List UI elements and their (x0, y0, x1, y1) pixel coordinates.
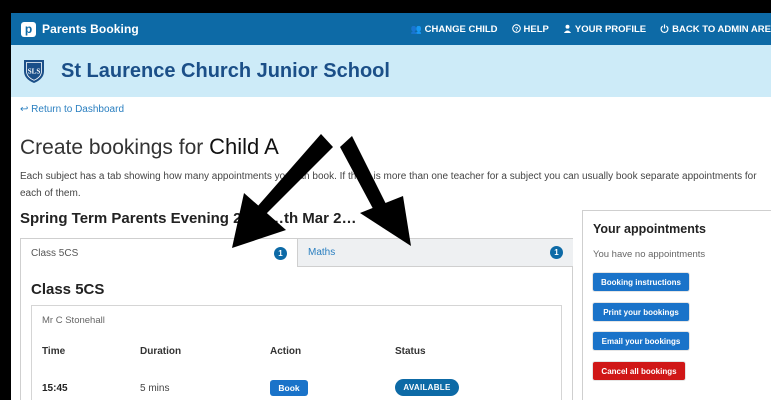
teacher-slots-table: Mr C Stonehall Time Duration Action Stat… (31, 305, 562, 400)
school-header: SLS St Laurence Church Junior School (11, 45, 771, 97)
tab-maths[interactable]: Maths 1 (297, 239, 573, 267)
app-frame: p Parents Booking 👥 CHANGE CHILD ? HELP … (0, 0, 771, 400)
your-appointments-panel: Your appointments You have no appointmen… (582, 210, 771, 400)
appointments-empty-text: You have no appointments (593, 249, 706, 260)
school-crest-icon: SLS (23, 58, 45, 84)
page-title-prefix: Create bookings for (20, 136, 204, 159)
column-header-duration: Duration (140, 346, 182, 357)
top-navigation-bar: p Parents Booking 👥 CHANGE CHILD ? HELP … (11, 13, 771, 45)
window-border-left (0, 0, 11, 400)
email-bookings-button[interactable]: Email your bookings (593, 332, 689, 350)
window-border-top (0, 0, 771, 13)
cancel-all-bookings-button[interactable]: Cancel all bookings (593, 362, 685, 380)
tab-class-5cs-count-badge: 1 (274, 246, 287, 260)
print-bookings-button[interactable]: Print your bookings (593, 303, 689, 321)
column-header-status: Status (395, 346, 426, 357)
power-icon (660, 23, 669, 35)
booking-instructions-button[interactable]: Booking instructions (593, 273, 689, 291)
your-profile-link[interactable]: YOUR PROFILE (563, 24, 646, 35)
subject-tabs-panel: Class 5CS 1 Maths 1 Class 5CS Mr C Stone… (20, 238, 573, 400)
parents-booking-logo-icon: p (21, 21, 36, 37)
main-content: ↩ Return to Dashboard Create bookings fo… (20, 104, 771, 400)
intro-text: Each subject has a tab showing how many … (20, 171, 757, 199)
teacher-name: Mr C Stonehall (42, 315, 105, 326)
help-link[interactable]: ? HELP (511, 23, 549, 35)
profile-icon (563, 24, 572, 35)
return-to-dashboard-label: Return to Dashboard (31, 104, 125, 115)
school-name: St Laurence Church Junior School (61, 59, 390, 82)
back-to-admin-label: BACK TO ADMIN ARE (672, 23, 771, 35)
child-name: Child A (209, 134, 279, 159)
column-header-action: Action (270, 346, 302, 357)
tab-maths-count-badge: 1 (550, 246, 563, 259)
tab-class-5cs[interactable]: Class 5CS 1 (21, 239, 297, 267)
help-label: HELP (523, 23, 549, 35)
top-nav-links: 👥 CHANGE CHILD ? HELP YOUR PROFILE BACK (396, 24, 771, 35)
svg-text:?: ? (514, 26, 518, 32)
tab-maths-label: Maths (308, 247, 336, 258)
class-heading: Class 5CS (31, 281, 105, 298)
help-icon: ? (511, 23, 521, 35)
return-to-dashboard-link[interactable]: ↩ Return to Dashboard (20, 104, 771, 115)
change-child-label: CHANGE CHILD (424, 23, 498, 35)
event-title: Spring Term Parents Evening 20… …th Mar … (20, 210, 357, 227)
slot-duration: 5 mins (140, 383, 170, 394)
status-badge: AVAILABLE (395, 379, 459, 396)
tab-class-5cs-label: Class 5CS (31, 247, 79, 259)
slot-time: 15:45 (42, 383, 68, 394)
users-icon: 👥 (410, 23, 422, 34)
book-button[interactable]: Book (270, 380, 308, 396)
page-title: Create bookings for Child A (20, 134, 279, 160)
crest-initials: SLS (28, 68, 41, 76)
back-arrow-icon: ↩ (20, 104, 29, 115)
change-child-link[interactable]: 👥 CHANGE CHILD (410, 24, 497, 35)
brand-name: Parents Booking (42, 22, 139, 36)
column-header-time: Time (42, 346, 66, 357)
back-to-admin-link[interactable]: BACK TO ADMIN ARE (660, 24, 771, 35)
brand[interactable]: p Parents Booking (21, 21, 139, 37)
appointments-title: Your appointments (593, 222, 706, 236)
your-profile-label: YOUR PROFILE (574, 23, 647, 35)
